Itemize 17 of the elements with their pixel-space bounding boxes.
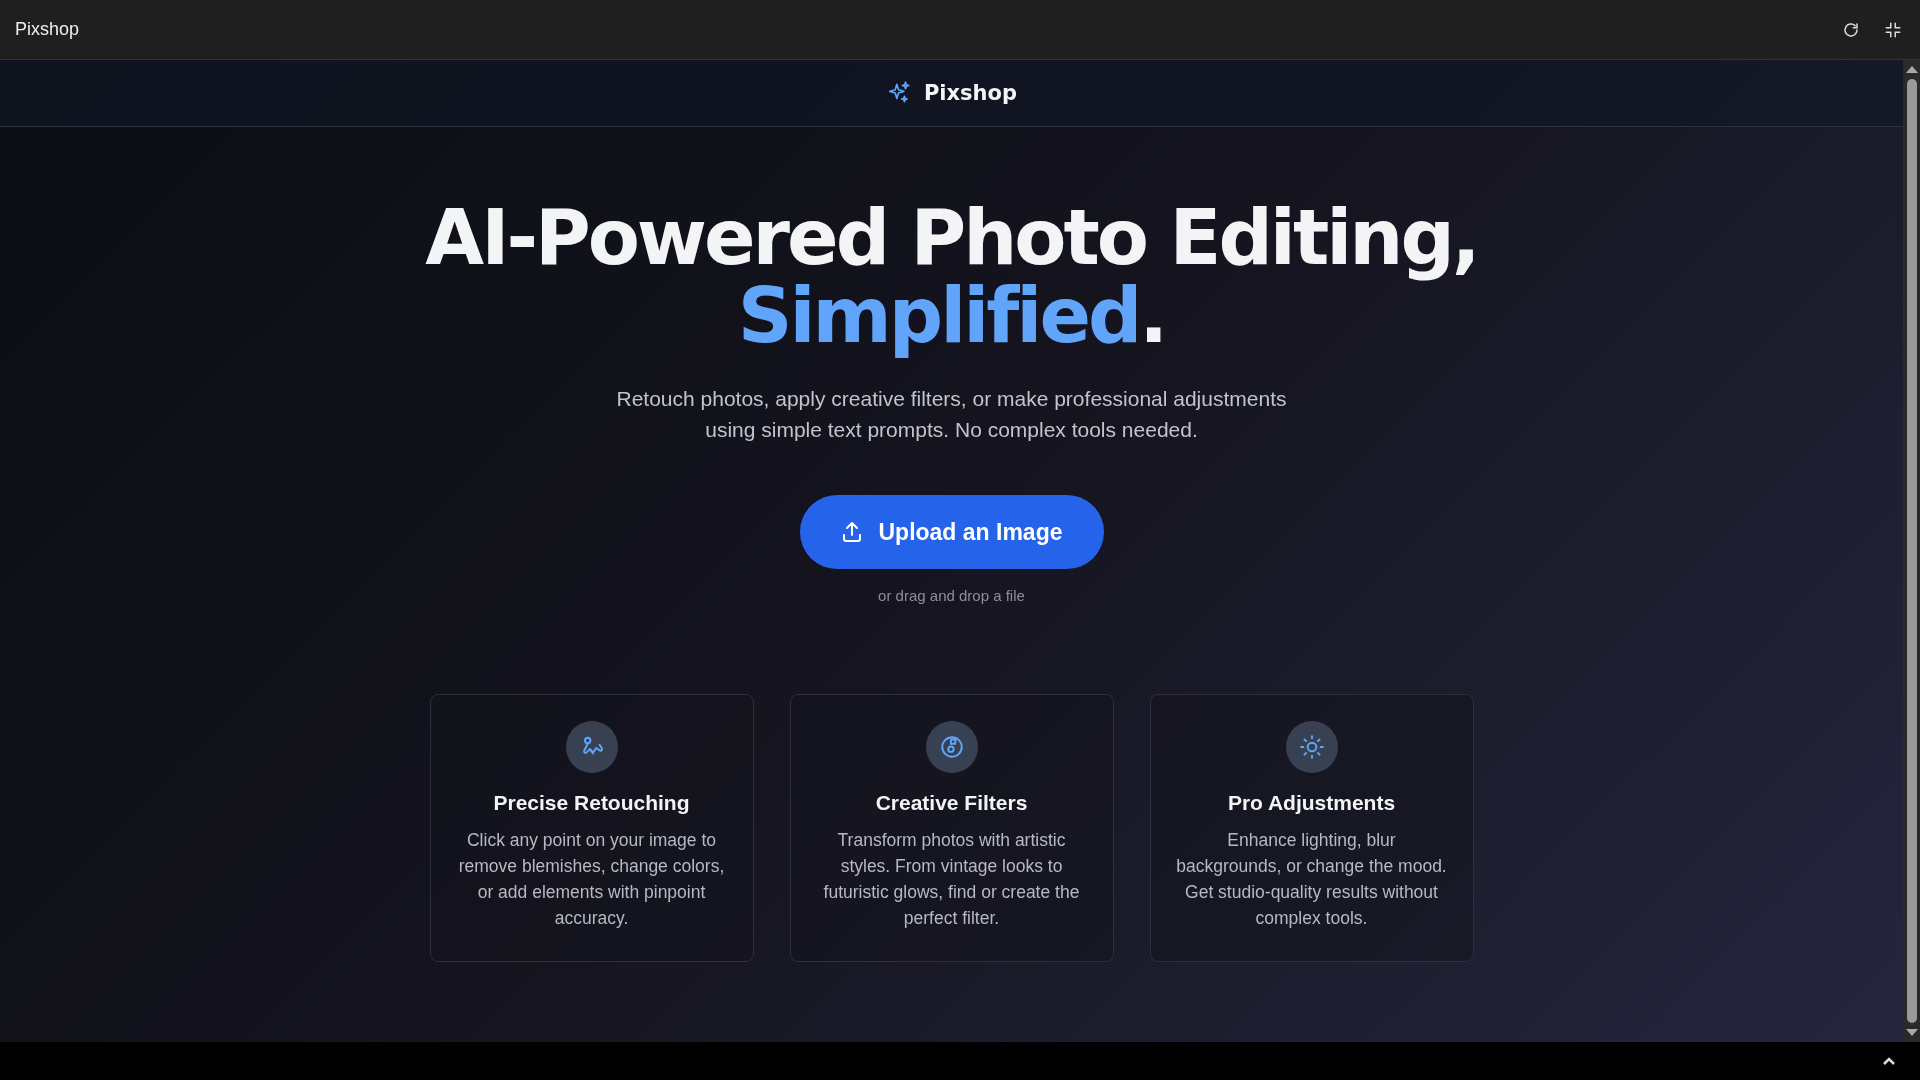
feature-title: Creative Filters <box>875 791 1028 815</box>
subtitle: Retouch photos, apply creative filters, or make professional adjustments using simple text prompts. No complex tools needed. <box>615 386 1288 443</box>
caret-up-icon[interactable] <box>1882 1056 1896 1066</box>
feature-title: Pro Adjustments <box>1227 791 1396 815</box>
upload-button[interactable]: Upload an Image <box>799 495 1104 569</box>
sun-icon <box>1298 734 1325 760</box>
refresh-icon[interactable] <box>1842 20 1860 39</box>
collapse-icon[interactable] <box>1884 20 1902 39</box>
window-title: Pixshop <box>15 19 80 40</box>
scrollbar[interactable] <box>1903 60 1920 1042</box>
palette-icon <box>938 734 965 760</box>
feature-title: Precise Retouching <box>493 791 690 815</box>
feature-description: Click any point on your image to remove blemishes, change colors, or add elements with pinpoint accuracy. <box>457 829 726 930</box>
drag-drop-hint: or drag and drop a file <box>878 587 1025 604</box>
app-name: Pixshop <box>923 81 1017 105</box>
feature-description: Transform photos with artistic styles. From vintage looks to futuristic glows, find or create the perfect filter. <box>822 829 1081 930</box>
feature-description: Enhance lighting, blur backgrounds, or change the mood. Get studio-quality results without complex tools. <box>1175 829 1448 930</box>
